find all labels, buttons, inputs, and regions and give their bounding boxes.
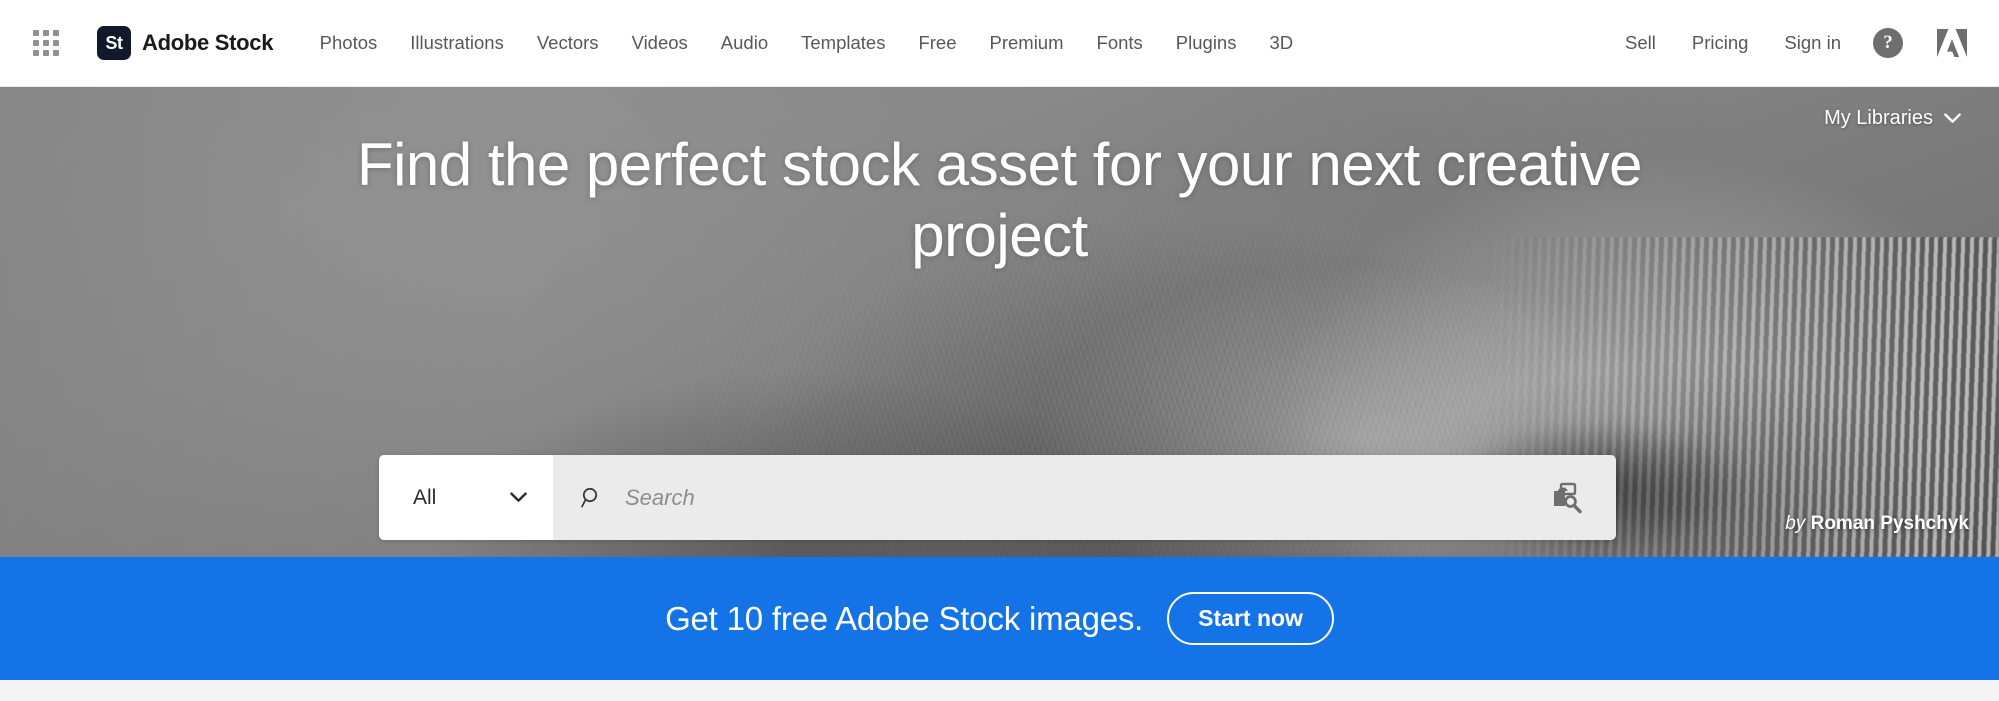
my-libraries-menu[interactable]: My Libraries [1824, 107, 1961, 130]
search-type-value: All [413, 485, 437, 509]
below-fold-strip [0, 680, 1999, 701]
photo-credit: by Roman Pyshchyk [1785, 513, 1969, 535]
my-libraries-label: My Libraries [1824, 107, 1933, 129]
grid-dot [33, 40, 39, 46]
grid-dot [43, 40, 49, 46]
nav-item-sell[interactable]: Sell [1607, 32, 1674, 54]
grid-dot [43, 50, 49, 56]
nav-item-photos[interactable]: Photos [303, 32, 394, 54]
primary-nav: Photos Illustrations Vectors Videos Audi… [303, 32, 1309, 54]
visual-search-icon[interactable] [1548, 481, 1584, 515]
nav-item-3d[interactable]: 3D [1253, 32, 1310, 54]
promo-banner: Get 10 free Adobe Stock images. Start no… [0, 557, 1999, 680]
adobe-stock-logo-link[interactable]: St Adobe Stock [97, 26, 273, 60]
nav-item-premium[interactable]: Premium [973, 32, 1080, 54]
nav-item-templates[interactable]: Templates [785, 32, 902, 54]
search-field-wrapper [553, 455, 1616, 540]
grid-dot [43, 30, 49, 36]
brand-name: Adobe Stock [142, 30, 274, 55]
hero-headline: Find the perfect stock asset for your ne… [356, 131, 1643, 270]
chevron-down-icon [510, 492, 527, 502]
start-now-button[interactable]: Start now [1167, 592, 1334, 645]
grid-dot [53, 30, 59, 36]
credit-prefix: by [1785, 513, 1806, 534]
page-root: St Adobe Stock Photos Illustrations Vect… [0, 0, 1999, 701]
grid-dot [33, 50, 39, 56]
search-icon [581, 487, 598, 507]
credit-author: Roman Pyshchyk [1810, 513, 1969, 534]
search-type-dropdown[interactable]: All [379, 455, 553, 540]
stock-logo-mark: St [97, 26, 131, 60]
adobe-logo-icon[interactable] [1937, 29, 1967, 57]
hero-section: My Libraries Find the perfect stock asse… [0, 87, 1999, 557]
grid-dot [53, 40, 59, 46]
chevron-down-icon [1944, 113, 1961, 123]
header-utility-nav: Sell Pricing Sign in ? [1607, 28, 1999, 58]
nav-item-videos[interactable]: Videos [615, 32, 704, 54]
nav-item-audio[interactable]: Audio [704, 32, 784, 54]
nav-item-free[interactable]: Free [902, 32, 973, 54]
promo-text: Get 10 free Adobe Stock images. [665, 599, 1144, 637]
search-bar: All [379, 455, 1616, 540]
app-grid-icon[interactable] [33, 30, 59, 56]
search-input[interactable] [625, 484, 1548, 511]
nav-item-illustrations[interactable]: Illustrations [394, 32, 521, 54]
nav-item-plugins[interactable]: Plugins [1159, 32, 1253, 54]
help-circle-icon[interactable]: ? [1873, 28, 1903, 58]
grid-dot [53, 50, 59, 56]
nav-item-pricing[interactable]: Pricing [1674, 32, 1767, 54]
nav-item-vectors[interactable]: Vectors [520, 32, 615, 54]
nav-item-fonts[interactable]: Fonts [1080, 32, 1159, 54]
grid-dot [33, 30, 39, 36]
global-header: St Adobe Stock Photos Illustrations Vect… [0, 0, 1999, 87]
nav-item-sign-in[interactable]: Sign in [1766, 32, 1859, 54]
